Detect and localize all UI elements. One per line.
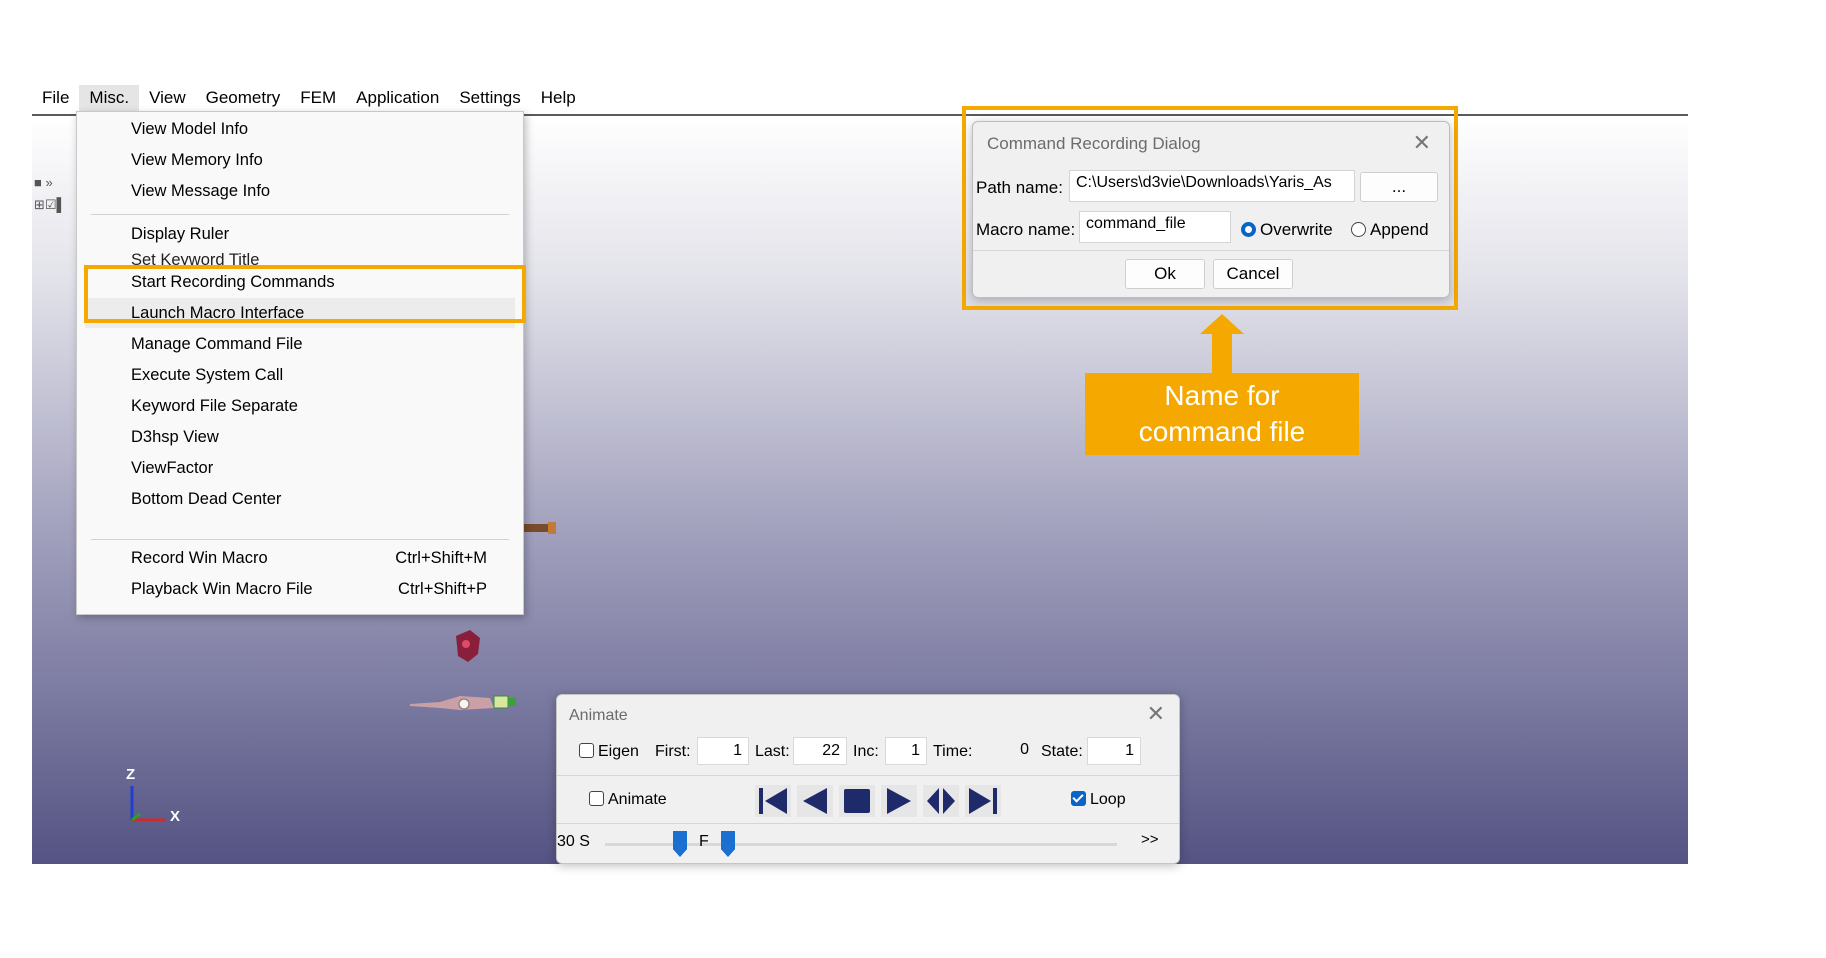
toolbar-toggle-icon[interactable]: ■ » [34,172,66,194]
append-option[interactable]: Append [1351,220,1429,240]
checkbox-icon[interactable] [579,743,594,758]
menu-settings[interactable]: Settings [449,85,530,111]
eigen-option[interactable]: Eigen [579,743,639,761]
dialog-title: Command Recording Dialog [987,134,1201,153]
inc-field[interactable]: 1 [885,737,927,765]
toolbar-grid-icon[interactable]: ⊞☑▌ [34,194,66,216]
overwrite-option[interactable]: Overwrite [1241,220,1333,240]
menu-item-record-win-macro[interactable]: Record Win Macro Ctrl+Shift+M [85,543,515,573]
eigen-label: Eigen [598,743,639,760]
macro-name-label: Macro name: [976,220,1076,239]
stop-icon[interactable] [839,785,875,817]
callout-arrow-stem [1212,333,1232,373]
menu-item-shortcut: Ctrl+Shift+P [398,580,487,598]
time-value: 0 [1020,741,1029,758]
loop-option[interactable]: Loop [1071,791,1126,809]
animate-panel: Animate ✕ Eigen First: 1 Last: 22 Inc: 1… [556,694,1180,864]
panel-divider [557,775,1179,776]
loop-label: Loop [1090,791,1126,808]
close-icon[interactable]: ✕ [1147,701,1165,727]
model-part-red-icon [456,630,480,662]
menu-item-view-message-info[interactable]: View Message Info [85,176,515,206]
menu-file[interactable]: File [32,85,79,111]
append-label: Append [1370,220,1429,239]
axis-triad: Z X [126,766,186,839]
overwrite-label: Overwrite [1260,220,1333,239]
menu-fem[interactable]: FEM [290,85,346,111]
last-frame-icon[interactable] [965,785,1001,817]
model-part-beam-icon [522,522,556,534]
menu-item-viewfactor[interactable]: ViewFactor [85,453,515,483]
play-both-icon[interactable] [923,785,959,817]
callout-line-2: command file [1138,416,1306,447]
step-back-icon[interactable] [797,785,833,817]
last-label: Last: [755,743,790,760]
state-field[interactable]: 1 [1087,737,1141,765]
frame-slider-thumb[interactable] [721,831,735,857]
menu-item-playback-win-macro-file[interactable]: Playback Win Macro File Ctrl+Shift+P [85,574,515,604]
path-name-field[interactable]: C:\Users\d3vie\Downloads\Yaris_As [1069,170,1355,202]
last-field[interactable]: 22 [793,737,847,765]
highlight-start-recording [84,265,526,323]
time-label: Time: [933,743,973,760]
menu-geometry[interactable]: Geometry [196,85,291,111]
frame-label: F [699,833,709,850]
menu-application[interactable]: Application [346,85,449,111]
menu-item-manage-command-file[interactable]: Manage Command File [85,329,515,359]
menu-item-shortcut: Ctrl+Shift+M [395,549,487,567]
checkbox-icon[interactable] [589,791,604,806]
state-label: State: [1041,743,1083,760]
menu-item-keyword-file-separate[interactable]: Keyword File Separate [85,391,515,421]
checkbox-checked-icon[interactable] [1071,791,1086,806]
panel-divider [557,823,1179,824]
menu-item-label: Record Win Macro [131,549,268,567]
animate-option[interactable]: Animate [589,791,667,809]
radio-selected-icon[interactable] [1241,222,1256,237]
first-label: First: [655,743,691,760]
menu-divider [91,539,509,540]
menu-bar: File Misc. View Geometry FEM Application… [32,84,586,112]
menu-item-d3hsp-view[interactable]: D3hsp View [85,422,515,452]
menu-item-set-keyword-title[interactable]: Set Keyword Title [85,245,515,265]
model-part-rail-icon [410,695,516,710]
more-button[interactable]: >> [1141,831,1159,848]
axis-z-label: Z [126,766,136,783]
menu-divider [91,214,509,215]
side-toolbar: ■ » ⊞☑▌ [34,172,66,216]
first-frame-icon[interactable] [755,785,791,817]
command-recording-dialog: Command Recording Dialog ✕ Path name: C:… [972,121,1450,298]
dialog-divider [973,250,1449,251]
play-icon[interactable] [881,785,917,817]
animate-label: Animate [608,791,667,808]
menu-item-execute-system-call[interactable]: Execute System Call [85,360,515,390]
path-name-label: Path name: [976,178,1063,197]
menu-item-label: Playback Win Macro File [131,580,313,598]
cancel-button[interactable]: Cancel [1213,259,1293,289]
speed-label: 30 S [557,833,590,850]
radio-icon[interactable] [1351,222,1366,237]
menu-help[interactable]: Help [531,85,586,111]
close-icon[interactable]: ✕ [1413,130,1431,156]
callout-label: Name for command file [1085,373,1359,455]
ok-button[interactable]: Ok [1125,259,1205,289]
macro-name-field[interactable]: command_file [1079,211,1231,243]
callout-line-1: Name for [1164,380,1280,411]
speed-slider-thumb[interactable] [673,831,687,857]
menu-item-bottom-dead-center[interactable]: Bottom Dead Center [85,484,515,514]
animate-title: Animate [569,707,628,724]
browse-button[interactable]: ... [1360,172,1438,202]
callout-arrow-icon [1200,314,1244,334]
menu-item-view-memory-info[interactable]: View Memory Info [85,145,515,175]
menu-misc[interactable]: Misc. [79,85,140,111]
misc-dropdown-menu: View Model Info View Memory Info View Me… [76,111,524,615]
first-field[interactable]: 1 [697,737,749,765]
axis-x-label: X [170,808,181,825]
inc-label: Inc: [853,743,879,760]
playback-controls [755,785,1001,817]
menu-view[interactable]: View [139,85,196,111]
menu-item-view-model-info[interactable]: View Model Info [85,114,515,144]
